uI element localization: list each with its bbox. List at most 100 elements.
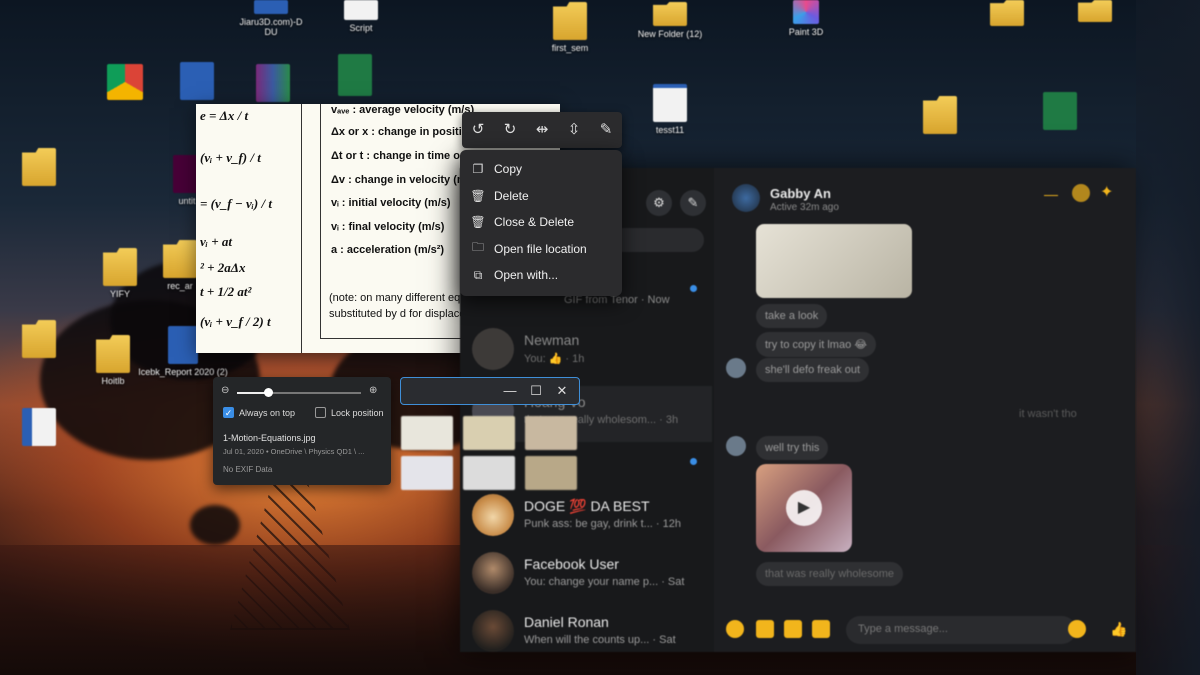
definition: vᵢ : initial velocity (m/s) (331, 197, 451, 209)
chat-header-name[interactable]: Gabby An (770, 186, 831, 201)
unread-dot (690, 458, 697, 465)
plus-icon[interactable] (726, 620, 744, 638)
zoom-in-icon[interactable]: ⊕ (369, 385, 377, 396)
like-icon[interactable]: 👍 (1110, 620, 1128, 638)
compose-icon[interactable]: ✎ (680, 190, 706, 216)
edit-pen-icon[interactable]: ✎ (595, 119, 617, 141)
image-thumbnail[interactable] (463, 456, 515, 490)
formula: (vᵢ + v_f / 2) t (200, 314, 271, 329)
avatar (726, 358, 746, 378)
menu-item-delete[interactable]: 🗑 Delete (460, 183, 622, 210)
word-icon (180, 62, 214, 100)
desktop-icon-tesst11[interactable]: tesst11 (625, 84, 715, 135)
desktop-icon-excel[interactable] (310, 54, 400, 99)
avatar (472, 494, 514, 536)
desktop-icon-word-file[interactable] (0, 408, 84, 449)
desktop-icon-folder[interactable] (0, 320, 84, 361)
menu-item-open-with[interactable]: ⧉ Open with... (460, 262, 622, 289)
formula: ² + 2aΔx (200, 260, 246, 275)
folder-icon (923, 96, 957, 134)
phone-icon[interactable]: — (1044, 186, 1058, 202)
image-thumbnail[interactable] (401, 456, 453, 490)
conversation-item[interactable]: Facebook User You: change your name p...… (472, 548, 712, 604)
blurred-desktop-edge (1136, 0, 1200, 675)
menu-item-open-file-location[interactable]: 🗀 Open file location (460, 236, 622, 263)
image-toolbar: ↺ ↻ ⇹ ⇳ ✎ (462, 112, 622, 148)
conversation-thread: Gabby An Active 32m ago — ✦ take a look … (714, 168, 1136, 652)
sticker-icon[interactable] (784, 620, 802, 638)
thumbnail-window-titlebar[interactable]: — ☐ ✕ (400, 377, 580, 405)
flip-vertical-icon[interactable]: ⇳ (563, 119, 585, 141)
document-icon (344, 0, 378, 20)
image-thumbnail[interactable] (401, 416, 453, 450)
play-icon[interactable]: ▶ (786, 490, 822, 526)
folder-icon (553, 2, 587, 40)
flip-horizontal-icon[interactable]: ⇹ (531, 119, 553, 141)
desktop-icon-folder[interactable] (0, 148, 84, 189)
image-thumbnail[interactable] (525, 416, 577, 450)
word-icon (22, 408, 56, 446)
image-icon[interactable] (756, 620, 774, 638)
folder-icon (103, 248, 137, 286)
formula: = (v_f − vᵢ) / t (200, 196, 272, 211)
tree-silhouette (190, 505, 240, 545)
excel-icon (338, 54, 372, 96)
definition: Δx or x : change in positio (331, 126, 469, 138)
definition: vᵢ : final velocity (m/s) (331, 221, 445, 233)
message-bubble: try to copy it lmao 😂 (756, 332, 877, 357)
word-icon (254, 0, 288, 14)
desktop-icon-file[interactable]: Jiaru3D.com)-D DU (226, 0, 316, 37)
winrar-icon (256, 64, 290, 102)
desktop-icon-excel[interactable] (1015, 92, 1105, 133)
desktop-icon-folder[interactable] (895, 96, 985, 137)
unread-dot (690, 285, 697, 292)
message-bubble: she'll defo freak out (756, 358, 870, 382)
message-input[interactable]: Type a message... (846, 616, 1076, 644)
folder-icon (163, 240, 197, 278)
folder-icon (990, 0, 1024, 26)
formula: t + 1/2 at² (200, 284, 252, 299)
file-meta: Jul 01, 2020 • OneDrive \ Physics QD1 \ … (223, 447, 365, 456)
minimize-button[interactable]: — (501, 383, 519, 399)
desktop-icon-folder[interactable] (1050, 0, 1140, 25)
desktop-icon-script[interactable]: Script (316, 0, 406, 33)
video-thumbnail[interactable]: ▶ (756, 464, 852, 552)
copy-icon: ❐ (472, 162, 484, 177)
composer-bar: Type a message... 👍 (714, 608, 1136, 652)
gif-icon[interactable] (812, 620, 830, 638)
chat-header-status: Active 32m ago (770, 202, 839, 213)
always-on-top-checkbox[interactable]: ✓ Always on top (223, 407, 295, 418)
trash-icon: 🗑 (470, 215, 486, 230)
avatar[interactable] (732, 184, 760, 212)
menu-item-close-delete[interactable]: 🗑 Close & Delete (460, 209, 622, 236)
rotate-right-icon[interactable]: ↻ (499, 119, 521, 141)
desktop-icon-first-sem[interactable]: first_sem (525, 2, 615, 53)
shared-image[interactable] (756, 224, 912, 298)
message-bubble: well try this (756, 436, 829, 460)
gear-icon[interactable]: ⚙ (646, 190, 672, 216)
zoom-slider-thumb[interactable] (264, 388, 273, 397)
zoom-slider[interactable] (237, 388, 361, 397)
info-icon[interactable]: ✦ (1100, 182, 1113, 202)
desktop-icon-paint3d[interactable]: Paint 3D (761, 0, 851, 37)
maximize-button[interactable]: ☐ (527, 383, 545, 399)
conversation-item[interactable]: Newman You: 👍 · 1h (472, 324, 712, 380)
definition: vₐᵥₑ : average velocity (m/s) (331, 104, 475, 116)
lock-position-checkbox[interactable]: Lock position (315, 407, 384, 418)
emoji-icon[interactable] (1068, 620, 1086, 638)
desktop-icon-new-folder[interactable]: New Folder (12) (625, 2, 715, 39)
zoom-out-icon[interactable]: ⊖ (221, 385, 229, 396)
video-icon[interactable] (1072, 184, 1090, 202)
close-button[interactable]: ✕ (553, 383, 571, 399)
menu-item-copy[interactable]: ❐ Copy (460, 156, 622, 183)
image-thumbnail[interactable] (525, 456, 577, 490)
rotate-left-icon[interactable]: ↺ (467, 119, 489, 141)
desktop-icon-winrar[interactable] (228, 64, 318, 105)
desktop-icon-folder[interactable] (962, 0, 1052, 29)
conversation-item[interactable]: DOGE 💯 DA BEST Punk ass: be gay, drink t… (472, 490, 712, 546)
paint3d-icon (793, 0, 819, 24)
folder-location-icon: 🗀 (471, 240, 484, 255)
image-thumbnail[interactable] (463, 416, 515, 450)
folder-icon (96, 335, 130, 373)
conversation-item[interactable]: Daniel Ronan When will the counts up... … (472, 606, 712, 662)
